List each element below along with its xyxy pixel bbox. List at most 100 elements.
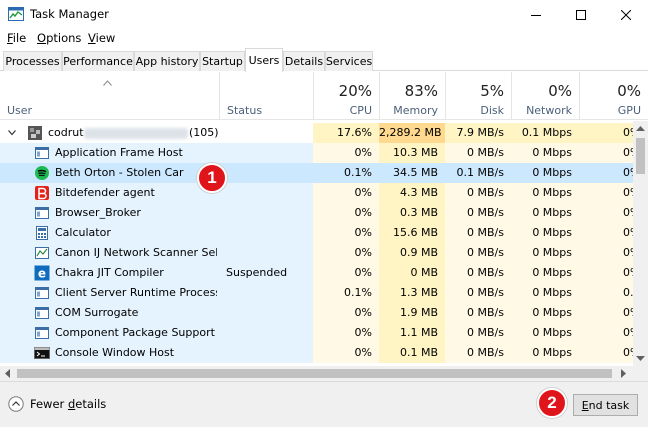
- process-status: [226, 163, 312, 183]
- process-row[interactable]: Browser_Broker0%0.3 MB0 MB/s0 Mbps0%: [0, 203, 633, 223]
- process-memory: 0 MB: [379, 263, 445, 283]
- column-disk[interactable]: 5% Disk: [445, 72, 511, 120]
- scroll-down-icon[interactable]: [636, 356, 645, 361]
- chevron-down-icon[interactable]: [8, 130, 16, 136]
- process-disk: 0 MB/s: [445, 303, 511, 323]
- process-row[interactable]: Console Window Host 0% 0.1 MB 0 MB/s 0 Mbps 0…: [0, 343, 633, 363]
- process-gpu: 0%: [579, 223, 633, 243]
- process-name: Calculator: [55, 226, 111, 239]
- process-status: [226, 323, 312, 343]
- tab-startup[interactable]: Startup: [200, 51, 245, 71]
- process-memory: 10.3 MB: [379, 143, 445, 163]
- tab-app-history[interactable]: App history: [134, 51, 200, 71]
- vertical-scrollbar[interactable]: [633, 121, 648, 366]
- fewer-details-toggle[interactable]: Fewer details: [8, 396, 106, 412]
- menu-options[interactable]: Options: [37, 31, 81, 45]
- process-status: [226, 243, 312, 263]
- scroll-up-icon[interactable]: [636, 126, 645, 131]
- callout-badge-2: 2: [537, 388, 567, 418]
- process-name: Chakra JIT Compiler: [55, 266, 164, 279]
- user-memory: 2,289.2 MB: [379, 123, 445, 143]
- process-count: (105): [189, 126, 219, 139]
- process-network: 0 Mbps: [511, 143, 579, 163]
- process-cpu: 0%: [313, 303, 379, 323]
- column-gpu[interactable]: 0% GPU: [579, 72, 648, 120]
- process-name: COM Surrogate: [55, 306, 139, 319]
- tab-users[interactable]: Users: [245, 48, 283, 72]
- end-task-button[interactable]: End task: [573, 394, 638, 416]
- process-name: Client Server Runtime Process: [55, 286, 217, 299]
- process-network: 0 Mbps: [511, 303, 579, 323]
- process-gpu: 0%: [579, 163, 633, 183]
- process-network: 0 Mbps: [511, 223, 579, 243]
- tab-strip: Processes Performance App history Startu…: [0, 48, 648, 72]
- process-row[interactable]: Calculator0%15.6 MB0 MB/s0 Mbps0%: [0, 223, 633, 243]
- process-memory: 1.3 MB: [379, 283, 445, 303]
- window-icon: [34, 305, 50, 321]
- spotify-icon: [34, 165, 50, 181]
- scroll-left-icon[interactable]: [5, 369, 10, 378]
- horizontal-scroll-thumb[interactable]: [17, 369, 612, 378]
- process-cpu: 0.1%: [313, 283, 379, 303]
- vertical-scroll-thumb[interactable]: [636, 138, 645, 174]
- title-bar: Task Manager: [0, 0, 648, 29]
- window-icon: [34, 285, 50, 301]
- process-cpu: 0%: [313, 143, 379, 163]
- maximize-button[interactable]: [558, 0, 603, 29]
- column-user[interactable]: User: [0, 72, 219, 120]
- user-group-row[interactable]: codrut (105) 17.6% 2,289.2 MB 7.9 MB/s 0…: [0, 123, 633, 143]
- process-gpu: 0%: [579, 323, 633, 343]
- process-name: Console Window Host: [55, 346, 175, 359]
- window-icon: [34, 205, 50, 221]
- process-memory: 1.1 MB: [379, 323, 445, 343]
- minimize-icon: [530, 14, 541, 16]
- menu-view[interactable]: View: [88, 31, 115, 45]
- process-row[interactable]: Bitdefender agent0%4.3 MB0 MB/s0 Mbps0%: [0, 183, 633, 203]
- process-status: Suspended: [226, 266, 288, 279]
- scanner-icon: [34, 245, 50, 261]
- tab-services[interactable]: Services: [325, 51, 373, 71]
- column-network[interactable]: 0% Network: [511, 72, 579, 120]
- minimize-button[interactable]: [513, 0, 558, 29]
- tab-performance[interactable]: Performance: [62, 51, 134, 71]
- process-disk: 0 MB/s: [445, 323, 511, 343]
- close-button[interactable]: [603, 0, 648, 29]
- sort-up-icon: [103, 80, 112, 86]
- process-row[interactable]: Application Frame Host 0% 10.3 MB 0 MB/s 0 M…: [0, 143, 633, 163]
- blurred-email: [84, 128, 188, 139]
- process-cpu: 0%: [313, 183, 379, 203]
- process-memory: 0.9 MB: [379, 243, 445, 263]
- column-status[interactable]: Status: [219, 72, 313, 120]
- process-disk: 0 MB/s: [445, 283, 511, 303]
- menu-file[interactable]: File: [7, 31, 26, 45]
- process-memory: 15.6 MB: [379, 223, 445, 243]
- process-gpu: 0%: [579, 343, 633, 363]
- process-cpu: 0.1%: [313, 163, 379, 183]
- process-gpu: 0%: [579, 303, 633, 323]
- process-row[interactable]: Beth Orton - Stolen Car 0.1% 34.5 MB 0.1 MB…: [0, 163, 633, 183]
- column-memory[interactable]: 83% Memory: [379, 72, 445, 120]
- process-disk: 0 MB/s: [445, 183, 511, 203]
- process-name: Component Package Support S...: [55, 326, 217, 339]
- process-gpu: 0%: [579, 203, 633, 223]
- calculator-icon: [34, 225, 50, 241]
- horizontal-scrollbar[interactable]: [0, 366, 633, 381]
- process-row[interactable]: e Chakra JIT Compiler Suspended 0% 0 MB 0 MB/…: [0, 263, 633, 283]
- tab-details[interactable]: Details: [283, 51, 325, 71]
- window-title: Task Manager: [30, 7, 109, 21]
- process-row[interactable]: Canon IJ Network Scanner Sele...0%0.9 MB…: [0, 243, 633, 263]
- column-cpu[interactable]: 20% CPU: [313, 72, 379, 120]
- edge-icon: e: [34, 265, 50, 281]
- process-row[interactable]: Client Server Runtime Process 0.1% 1.3 MB 0…: [0, 283, 633, 303]
- scroll-corner: [633, 366, 648, 381]
- process-cpu: 0%: [313, 343, 379, 363]
- scroll-right-icon[interactable]: [621, 369, 626, 378]
- process-status: [226, 183, 312, 203]
- process-memory: 1.9 MB: [379, 303, 445, 323]
- process-row[interactable]: Component Package Support S... 0% 1.1 MB0 …: [0, 323, 633, 343]
- process-status: [226, 283, 312, 303]
- process-disk: 0 MB/s: [445, 263, 511, 283]
- process-status: [226, 343, 312, 363]
- tab-processes[interactable]: Processes: [3, 51, 62, 71]
- process-row[interactable]: COM Surrogate0%1.9 MB0 MB/s0 Mbps0%: [0, 303, 633, 323]
